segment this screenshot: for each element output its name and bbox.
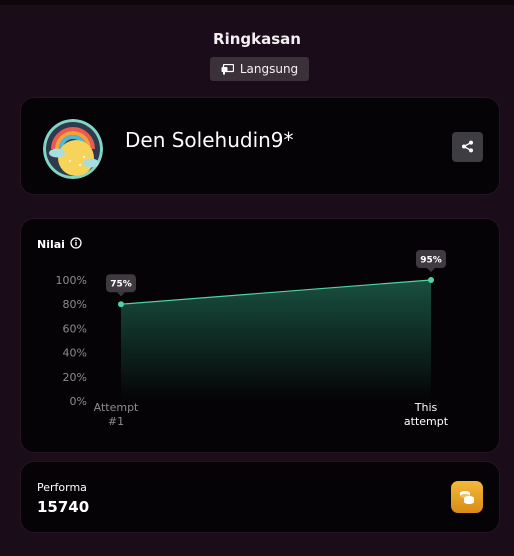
score-chart: 0% 20% 40% 60% 80% 100% 75% 95% Attempt #1 This a… [56, 250, 449, 428]
mode-label: Langsung [239, 62, 299, 76]
y-tick-label: 0% [70, 395, 87, 408]
score-point [118, 301, 124, 308]
coins-icon [451, 481, 483, 513]
score-chart-card: Nilai 0% 20% 40% 60% 80% 100% 75% 95% Attempt #… [20, 218, 500, 453]
share-button[interactable] [452, 132, 483, 162]
data-label-text: 95% [420, 256, 442, 266]
top-bar [0, 0, 514, 5]
score-point [428, 277, 434, 283]
x-tick-label: Attempt #1 [94, 401, 139, 428]
y-tick-label: 100% [56, 274, 87, 287]
data-label-pointer [117, 292, 125, 297]
y-tick-label: 80% [63, 298, 87, 311]
y-tick-label: 60% [63, 322, 87, 335]
player-name: Den Solehudin9* [125, 128, 294, 152]
y-tick-label: 20% [63, 371, 87, 384]
data-label: 95% [416, 250, 446, 272]
share-icon [461, 138, 474, 157]
mode-badge: Langsung [210, 57, 309, 81]
x-tick-label: This attempt [404, 401, 449, 428]
data-label: 75% [106, 274, 136, 297]
data-label-pointer [427, 268, 435, 272]
player-card: Den Solehudin9* [20, 97, 500, 195]
y-tick-label: 40% [63, 347, 87, 360]
performance-card: Performa 15740 [20, 461, 500, 533]
projector-icon [221, 63, 234, 75]
score-area [121, 280, 431, 401]
page-title: Ringkasan [213, 30, 301, 48]
rainbow-sun-avatar [43, 119, 103, 179]
performance-value: 15740 [37, 498, 90, 516]
data-label-text: 75% [110, 280, 132, 290]
performance-label: Performa [37, 481, 87, 494]
